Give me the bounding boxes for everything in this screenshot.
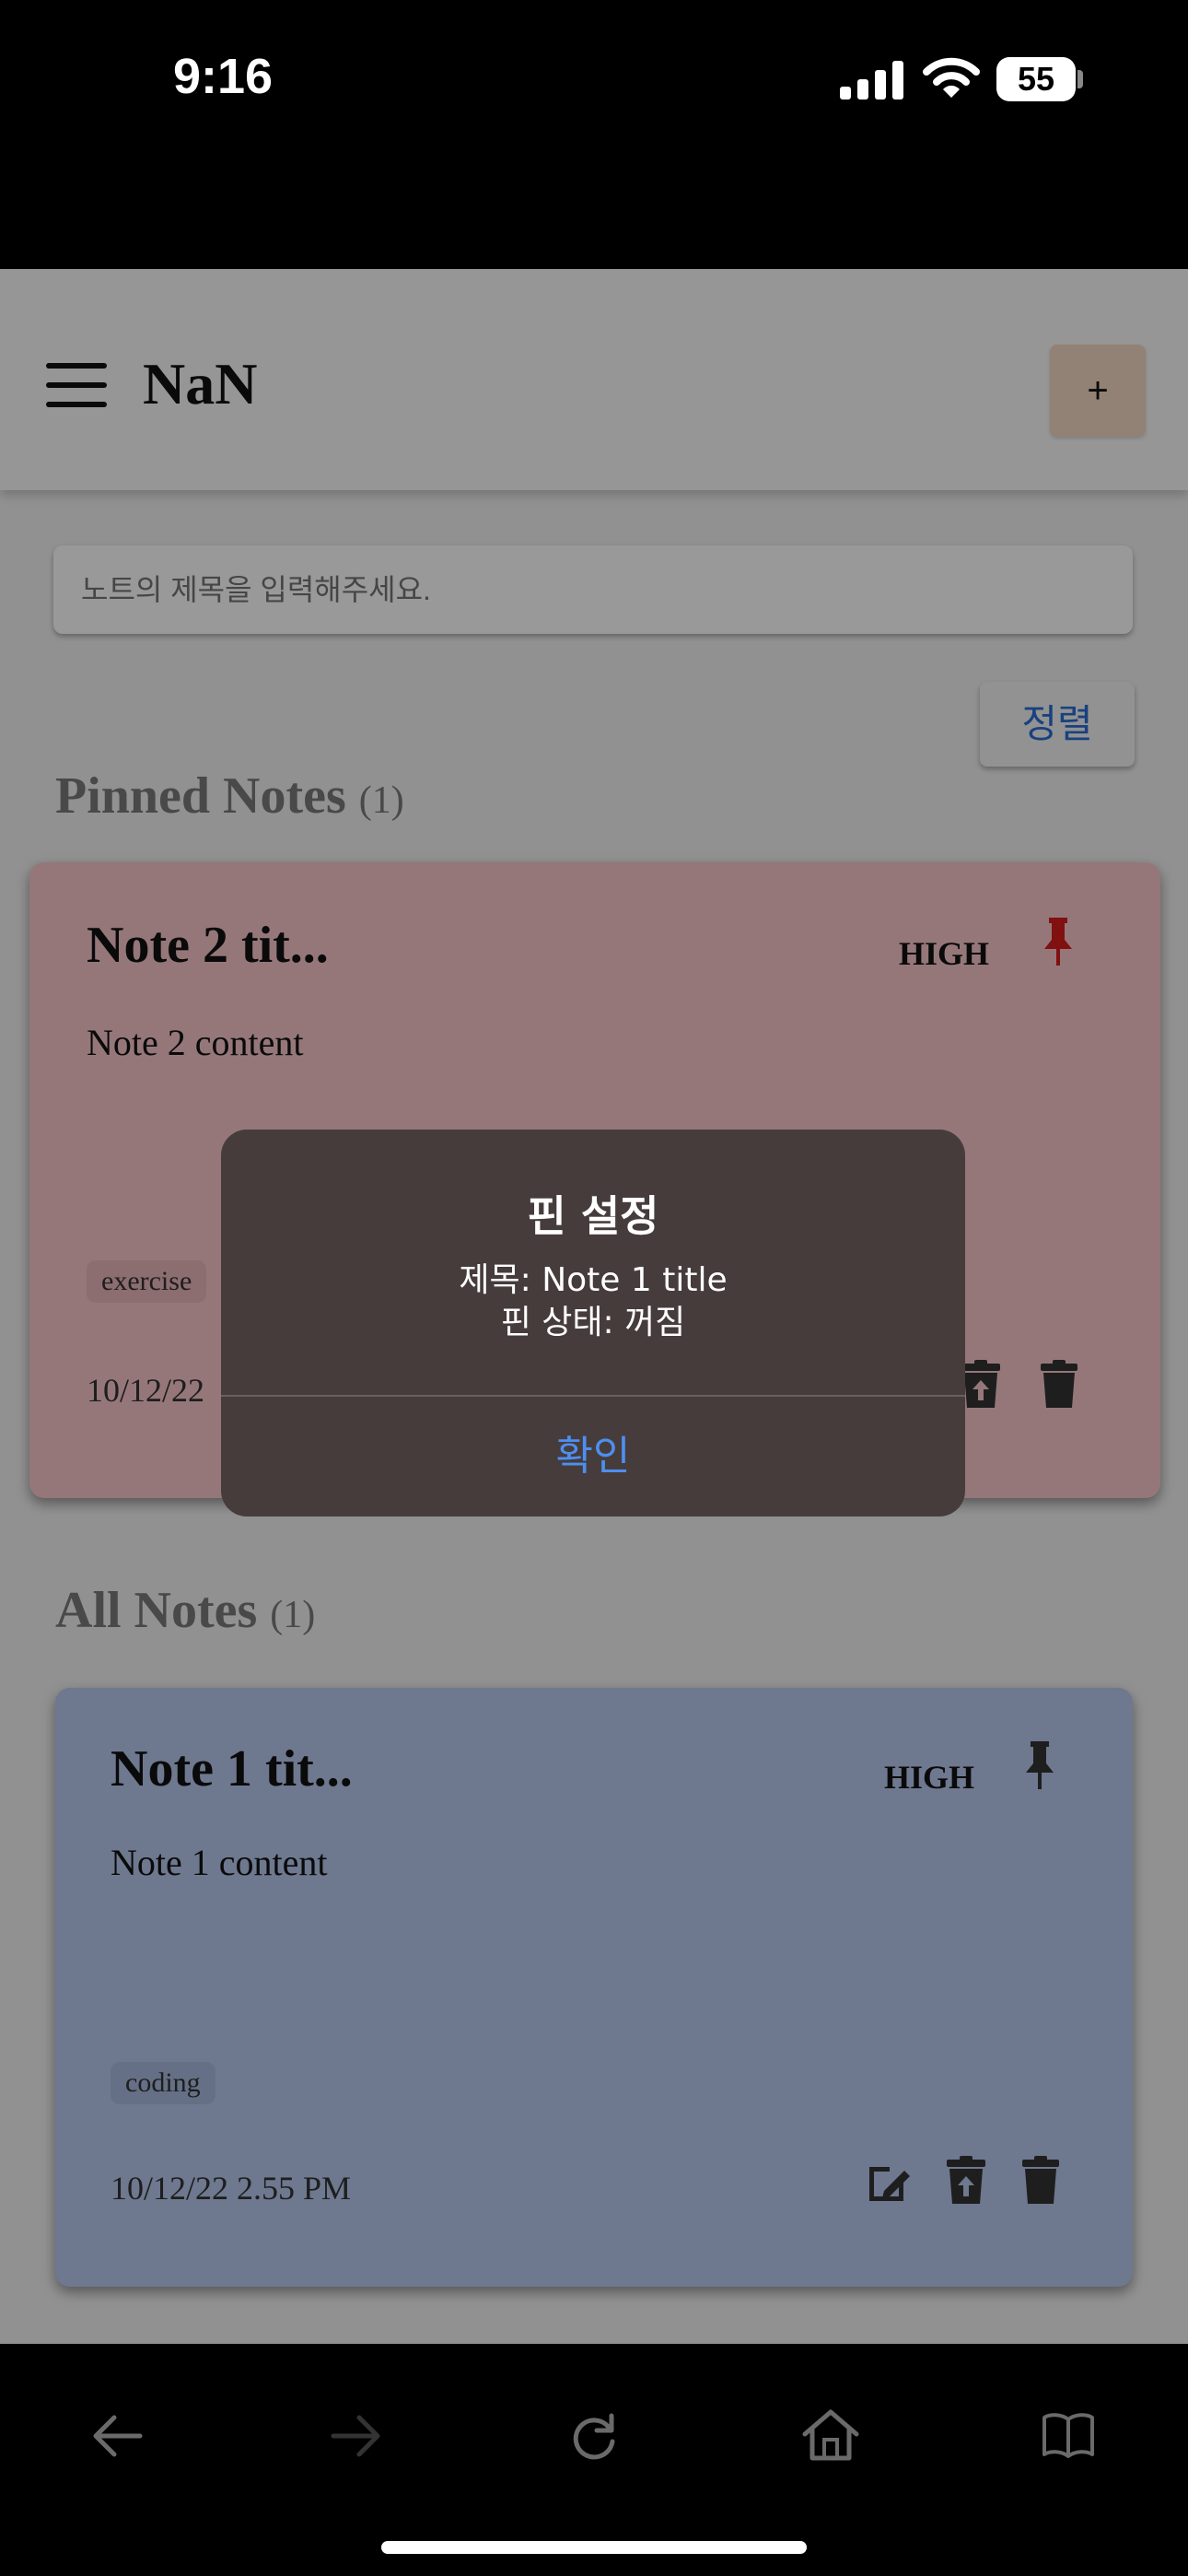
forward-icon[interactable] [330,2414,381,2463]
home-indicator [381,2541,807,2554]
status-time: 9:16 [173,49,274,104]
pin-alert-dialog: 핀 설정 제목: Note 1 title 핀 상태: 꺼짐 확인 [221,1130,965,1516]
battery-icon: 55 [996,57,1076,101]
status-bar: 9:16 55 [0,0,1188,269]
dialog-message-status: 핀 상태: 꺼짐 [500,1304,686,1341]
dialog-message-title: 제목: Note 1 title [459,1261,728,1299]
bookmarks-icon[interactable] [1041,2412,1096,2463]
back-icon[interactable] [92,2414,144,2463]
reload-icon[interactable] [569,2410,619,2466]
signal-icon [840,61,904,104]
wifi-icon [923,57,980,104]
home-icon[interactable] [801,2408,860,2466]
confirm-button[interactable]: 확인 [221,1397,965,1516]
dialog-title: 핀 설정 [527,1191,659,1241]
battery-nub [1077,70,1083,88]
